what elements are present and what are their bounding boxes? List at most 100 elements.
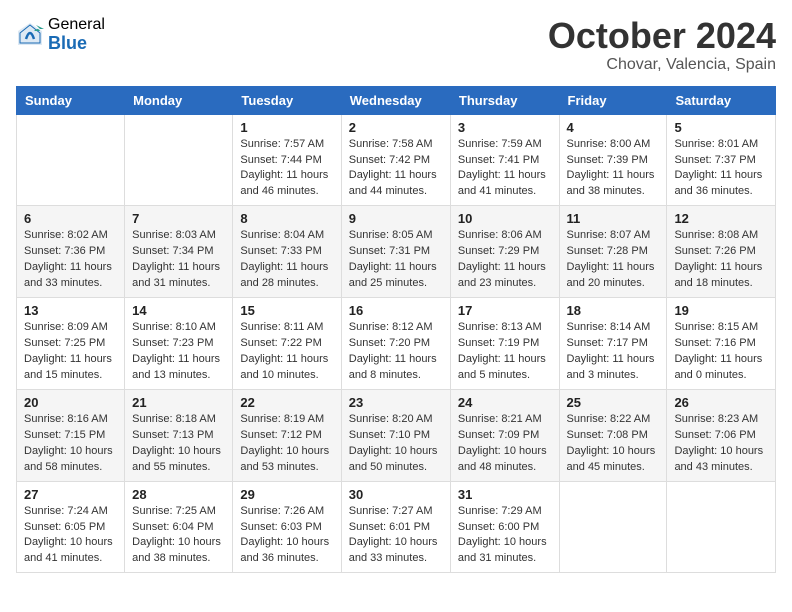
table-row: 29 Sunrise: 7:26 AMSunset: 6:03 PMDayligh… (233, 481, 341, 573)
day-number: 31 (458, 487, 552, 502)
table-row: 4 Sunrise: 8:00 AMSunset: 7:39 PMDaylight… (559, 114, 667, 206)
day-info: Sunrise: 7:59 AMSunset: 7:41 PMDaylight:… (458, 137, 552, 201)
col-thursday: Thursday (450, 86, 559, 114)
day-info: Sunrise: 8:08 AMSunset: 7:26 PMDaylight:… (674, 228, 768, 292)
table-row: 14 Sunrise: 8:10 AMSunset: 7:23 PMDayligh… (125, 298, 233, 390)
calendar-week-row: 1 Sunrise: 7:57 AMSunset: 7:44 PMDaylight… (17, 114, 776, 206)
col-sunday: Sunday (17, 86, 125, 114)
day-number: 5 (674, 120, 768, 135)
col-wednesday: Wednesday (341, 86, 450, 114)
table-row: 7 Sunrise: 8:03 AMSunset: 7:34 PMDaylight… (125, 206, 233, 298)
day-info: Sunrise: 8:10 AMSunset: 7:23 PMDaylight:… (132, 320, 225, 384)
table-row: 23 Sunrise: 8:20 AMSunset: 7:10 PMDayligh… (341, 389, 450, 481)
day-info: Sunrise: 7:58 AMSunset: 7:42 PMDaylight:… (349, 137, 443, 201)
day-info: Sunrise: 7:24 AMSunset: 6:05 PMDaylight:… (24, 504, 117, 568)
day-info: Sunrise: 7:57 AMSunset: 7:44 PMDaylight:… (240, 137, 333, 201)
day-number: 3 (458, 120, 552, 135)
logo-icon (16, 21, 44, 49)
table-row: 26 Sunrise: 8:23 AMSunset: 7:06 PMDayligh… (667, 389, 776, 481)
day-number: 27 (24, 487, 117, 502)
table-row (559, 481, 667, 573)
day-number: 11 (567, 211, 660, 226)
day-info: Sunrise: 8:04 AMSunset: 7:33 PMDaylight:… (240, 228, 333, 292)
day-info: Sunrise: 8:00 AMSunset: 7:39 PMDaylight:… (567, 137, 660, 201)
day-number: 2 (349, 120, 443, 135)
table-row: 16Sunrise: 8:12 AMSunset: 7:20 PMDayligh… (341, 298, 450, 390)
calendar-table: Sunday Monday Tuesday Wednesday Thursday… (16, 86, 776, 574)
table-row: 6 Sunrise: 8:02 AMSunset: 7:36 PMDaylight… (17, 206, 125, 298)
day-number: 7 (132, 211, 225, 226)
day-info: Sunrise: 8:18 AMSunset: 7:13 PMDaylight:… (132, 412, 225, 476)
table-row: 1 Sunrise: 7:57 AMSunset: 7:44 PMDaylight… (233, 114, 341, 206)
day-info: Sunrise: 8:12 AMSunset: 7:20 PMDaylight:… (349, 320, 443, 384)
day-number: 21 (132, 395, 225, 410)
table-row: 25 Sunrise: 8:22 AMSunset: 7:08 PMDayligh… (559, 389, 667, 481)
table-row: 9Sunrise: 8:05 AMSunset: 7:31 PMDaylight… (341, 206, 450, 298)
day-number: 1 (240, 120, 333, 135)
calendar-week-row: 20 Sunrise: 8:16 AMSunset: 7:15 PMDayligh… (17, 389, 776, 481)
table-row: 27 Sunrise: 7:24 AMSunset: 6:05 PMDayligh… (17, 481, 125, 573)
calendar-week-row: 13 Sunrise: 8:09 AMSunset: 7:25 PMDayligh… (17, 298, 776, 390)
day-info: Sunrise: 8:19 AMSunset: 7:12 PMDaylight:… (240, 412, 333, 476)
day-number: 14 (132, 303, 225, 318)
table-row: 8 Sunrise: 8:04 AMSunset: 7:33 PMDaylight… (233, 206, 341, 298)
day-number: 15 (240, 303, 333, 318)
table-row: 30Sunrise: 7:27 AMSunset: 6:01 PMDayligh… (341, 481, 450, 573)
table-row: 10Sunrise: 8:06 AMSunset: 7:29 PMDayligh… (450, 206, 559, 298)
day-number: 17 (458, 303, 552, 318)
calendar-week-row: 27 Sunrise: 7:24 AMSunset: 6:05 PMDayligh… (17, 481, 776, 573)
location-title: Chovar, Valencia, Spain (548, 56, 776, 74)
day-info: Sunrise: 8:13 AMSunset: 7:19 PMDaylight:… (458, 320, 552, 384)
table-row: 2 Sunrise: 7:58 AMSunset: 7:42 PMDaylight… (341, 114, 450, 206)
table-row: 15 Sunrise: 8:11 AMSunset: 7:22 PMDayligh… (233, 298, 341, 390)
table-row: 28Sunrise: 7:25 AMSunset: 6:04 PMDayligh… (125, 481, 233, 573)
day-number: 12 (674, 211, 768, 226)
day-info: Sunrise: 8:09 AMSunset: 7:25 PMDaylight:… (24, 320, 117, 384)
day-info: Sunrise: 8:23 AMSunset: 7:06 PMDaylight:… (674, 412, 768, 476)
table-row: 19Sunrise: 8:15 AMSunset: 7:16 PMDayligh… (667, 298, 776, 390)
day-info: Sunrise: 8:07 AMSunset: 7:28 PMDaylight:… (567, 228, 660, 292)
day-number: 20 (24, 395, 117, 410)
logo-blue: Blue (48, 34, 105, 54)
col-monday: Monday (125, 86, 233, 114)
table-row: 18Sunrise: 8:14 AMSunset: 7:17 PMDayligh… (559, 298, 667, 390)
day-info: Sunrise: 8:06 AMSunset: 7:29 PMDaylight:… (458, 228, 552, 292)
day-number: 4 (567, 120, 660, 135)
day-info: Sunrise: 8:22 AMSunset: 7:08 PMDaylight:… (567, 412, 660, 476)
day-number: 25 (567, 395, 660, 410)
day-number: 22 (240, 395, 333, 410)
day-info: Sunrise: 8:11 AMSunset: 7:22 PMDaylight:… (240, 320, 333, 384)
col-friday: Friday (559, 86, 667, 114)
col-tuesday: Tuesday (233, 86, 341, 114)
day-number: 23 (349, 395, 443, 410)
table-row: 11 Sunrise: 8:07 AMSunset: 7:28 PMDayligh… (559, 206, 667, 298)
day-number: 18 (567, 303, 660, 318)
calendar-week-row: 6 Sunrise: 8:02 AMSunset: 7:36 PMDaylight… (17, 206, 776, 298)
day-info: Sunrise: 8:03 AMSunset: 7:34 PMDaylight:… (132, 228, 225, 292)
logo-text: GeneralBlue (48, 16, 105, 53)
day-info: Sunrise: 8:20 AMSunset: 7:10 PMDaylight:… (349, 412, 443, 476)
table-row: 17 Sunrise: 8:13 AMSunset: 7:19 PMDayligh… (450, 298, 559, 390)
day-number: 13 (24, 303, 117, 318)
table-row: 3 Sunrise: 7:59 AMSunset: 7:41 PMDaylight… (450, 114, 559, 206)
day-info: Sunrise: 8:16 AMSunset: 7:15 PMDaylight:… (24, 412, 117, 476)
day-info: Sunrise: 8:02 AMSunset: 7:36 PMDaylight:… (24, 228, 117, 292)
day-info: Sunrise: 7:26 AMSunset: 6:03 PMDaylight:… (240, 504, 333, 568)
day-number: 8 (240, 211, 333, 226)
page-header: GeneralBlue October 2024 Chovar, Valenci… (16, 16, 776, 74)
day-info: Sunrise: 7:27 AMSunset: 6:01 PMDaylight:… (349, 504, 443, 568)
table-row (667, 481, 776, 573)
day-number: 19 (674, 303, 768, 318)
table-row: 24Sunrise: 8:21 AMSunset: 7:09 PMDayligh… (450, 389, 559, 481)
day-info: Sunrise: 8:21 AMSunset: 7:09 PMDaylight:… (458, 412, 552, 476)
table-row: 20 Sunrise: 8:16 AMSunset: 7:15 PMDayligh… (17, 389, 125, 481)
col-saturday: Saturday (667, 86, 776, 114)
month-title: October 2024 (548, 16, 776, 56)
table-row (125, 114, 233, 206)
day-number: 29 (240, 487, 333, 502)
day-number: 26 (674, 395, 768, 410)
table-row: 31Sunrise: 7:29 AMSunset: 6:00 PMDayligh… (450, 481, 559, 573)
day-number: 6 (24, 211, 117, 226)
logo-general: General (48, 16, 105, 34)
table-row (17, 114, 125, 206)
